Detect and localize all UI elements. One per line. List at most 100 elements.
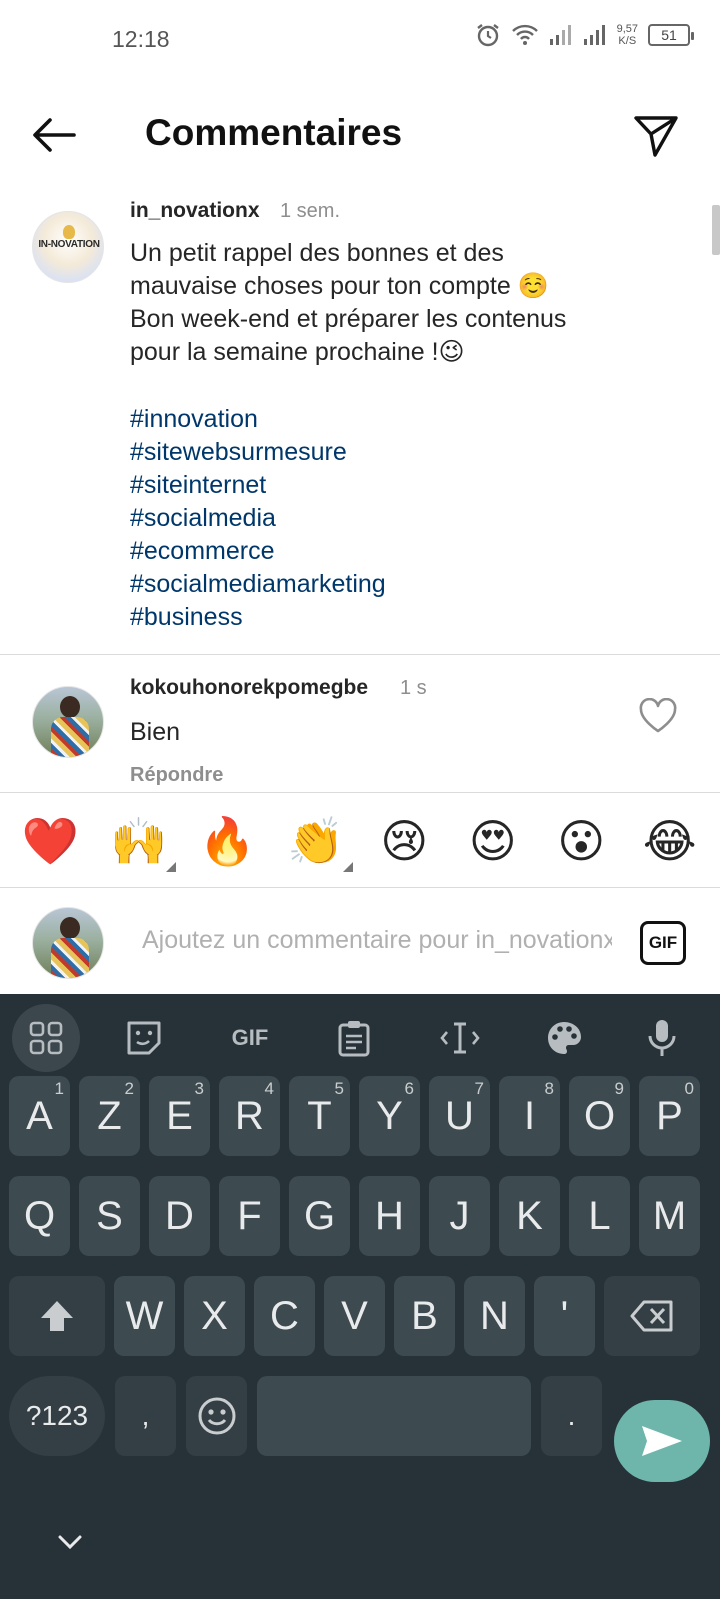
- brand-logo: IN-NOVATION: [35, 225, 103, 250]
- keyboard-collapse-button[interactable]: [50, 1522, 90, 1562]
- signal-icon-1: [549, 25, 571, 45]
- network-speed: 9,57 K/S: [617, 23, 638, 47]
- apps-grid-icon[interactable]: [12, 1004, 80, 1072]
- sticker-icon[interactable]: [110, 1004, 178, 1072]
- caption-username[interactable]: in_novationx: [130, 199, 260, 223]
- key-f[interactable]: F: [219, 1176, 280, 1256]
- keyboard: GIF A1 Z2 E3 R4 T5 Y6 U7 I8 O9 P0 Q S D …: [0, 994, 720, 1599]
- key-w[interactable]: W: [114, 1276, 175, 1356]
- emoji-bar: ❤️ 🙌 🔥 👏 😢 😍 😮 😂: [0, 794, 720, 888]
- emoji-laughing[interactable]: 😂: [637, 808, 703, 874]
- wifi-icon: [511, 24, 538, 45]
- key-q[interactable]: Q: [9, 1176, 70, 1256]
- emoji-raising-hands[interactable]: 🙌: [106, 808, 176, 874]
- heart-icon[interactable]: [638, 698, 678, 734]
- comment-input[interactable]: [142, 917, 612, 963]
- emoji-crying[interactable]: 😢: [371, 808, 437, 874]
- key-m[interactable]: M: [639, 1176, 700, 1256]
- key-d[interactable]: D: [149, 1176, 210, 1256]
- key-n[interactable]: N: [464, 1276, 525, 1356]
- key-i[interactable]: I8: [499, 1076, 560, 1156]
- keyboard-toolbar: GIF: [0, 994, 720, 1084]
- enter-key[interactable]: [614, 1400, 710, 1482]
- emoji-surprised[interactable]: 😮: [548, 808, 614, 874]
- avatar[interactable]: IN-NOVATION: [32, 211, 104, 283]
- page-title: Commentaires: [145, 112, 403, 153]
- chevron-down-icon: [58, 1535, 82, 1550]
- header: Commentaires: [0, 90, 720, 180]
- key-s[interactable]: S: [79, 1176, 140, 1256]
- status-time: 12:18: [112, 26, 170, 52]
- back-button[interactable]: [26, 110, 82, 160]
- alarm-icon: [476, 24, 499, 47]
- key-j[interactable]: J: [429, 1176, 490, 1256]
- emoji-clapping[interactable]: 👏: [283, 808, 353, 874]
- hashtag-link[interactable]: #ecommerce: [130, 535, 386, 568]
- key-l[interactable]: L: [569, 1176, 630, 1256]
- hashtag-link[interactable]: #innovation: [130, 403, 386, 436]
- gif-icon[interactable]: GIF: [216, 1004, 284, 1072]
- shift-icon: [41, 1301, 73, 1331]
- key-g[interactable]: G: [289, 1176, 350, 1256]
- backspace-icon: [630, 1300, 673, 1332]
- paper-plane-icon: [634, 116, 678, 157]
- battery-level: 51: [661, 27, 677, 43]
- clipboard-icon[interactable]: [320, 1004, 388, 1072]
- hashtag-link[interactable]: #socialmedia: [130, 502, 386, 535]
- key-p[interactable]: P0: [639, 1076, 700, 1156]
- key-t[interactable]: T5: [289, 1076, 350, 1156]
- comma-key[interactable]: ,: [115, 1376, 176, 1456]
- key-a[interactable]: A1: [9, 1076, 70, 1156]
- emoji-heart[interactable]: ❤️: [17, 808, 83, 874]
- key-x[interactable]: X: [184, 1276, 245, 1356]
- comment-item: kokouhonorekpomegbe 1 s Bien Répondre: [0, 656, 720, 793]
- reply-button[interactable]: Répondre: [130, 764, 223, 787]
- hashtag-link[interactable]: #business: [130, 601, 386, 634]
- period-key[interactable]: .: [541, 1376, 602, 1456]
- key-h[interactable]: H: [359, 1176, 420, 1256]
- post-caption: IN-NOVATION in_novationx 1 sem. Un petit…: [0, 195, 720, 655]
- symbols-key[interactable]: ?123: [9, 1376, 105, 1456]
- shift-key[interactable]: [9, 1276, 105, 1356]
- speed-value: 9,57: [616, 23, 638, 35]
- comment-time: 1 s: [400, 677, 427, 699]
- smiley-icon: [198, 1397, 235, 1435]
- emoji-heart-eyes[interactable]: 😍: [460, 808, 526, 874]
- key-z[interactable]: Z2: [79, 1076, 140, 1156]
- key-b[interactable]: B: [394, 1276, 455, 1356]
- hashtag-link[interactable]: #socialmediamarketing: [130, 568, 386, 601]
- key-o[interactable]: O9: [569, 1076, 630, 1156]
- caption-time: 1 sem.: [280, 200, 341, 222]
- comment-composer: GIF: [0, 889, 720, 993]
- signal-icon-2: [583, 25, 605, 45]
- scrollbar[interactable]: [712, 205, 720, 255]
- space-key[interactable]: [257, 1376, 531, 1456]
- emoji-fire[interactable]: 🔥: [194, 808, 260, 874]
- palette-icon[interactable]: [530, 1004, 598, 1072]
- caption-text: Un petit rappel des bonnes et des mauvai…: [130, 239, 567, 366]
- emoji-key[interactable]: [186, 1376, 247, 1456]
- comment-username[interactable]: kokouhonorekpomegbe: [130, 676, 368, 700]
- comment-text: Bien: [130, 718, 181, 746]
- key-apostrophe[interactable]: ': [534, 1276, 595, 1356]
- key-u[interactable]: U7: [429, 1076, 490, 1156]
- arrow-left-icon: [33, 118, 76, 152]
- send-arrow-icon: [642, 1426, 682, 1456]
- microphone-icon[interactable]: [628, 1004, 696, 1072]
- key-y[interactable]: Y6: [359, 1076, 420, 1156]
- key-k[interactable]: K: [499, 1176, 560, 1256]
- key-e[interactable]: E3: [149, 1076, 210, 1156]
- key-v[interactable]: V: [324, 1276, 385, 1356]
- backspace-key[interactable]: [604, 1276, 700, 1356]
- share-button[interactable]: [628, 108, 684, 164]
- hashtag-link[interactable]: #sitewebsurmesure: [130, 436, 386, 469]
- status-icons: 9,57 K/S 51: [475, 22, 694, 48]
- speed-unit: K/S: [618, 35, 637, 47]
- hashtag-list: #innovation #sitewebsurmesure #siteinter…: [130, 403, 386, 634]
- gif-button[interactable]: GIF: [640, 921, 686, 965]
- avatar[interactable]: [32, 686, 104, 758]
- hashtag-link[interactable]: #siteinternet: [130, 469, 386, 502]
- key-c[interactable]: C: [254, 1276, 315, 1356]
- key-r[interactable]: R4: [219, 1076, 280, 1156]
- text-cursor-icon[interactable]: [426, 1004, 494, 1072]
